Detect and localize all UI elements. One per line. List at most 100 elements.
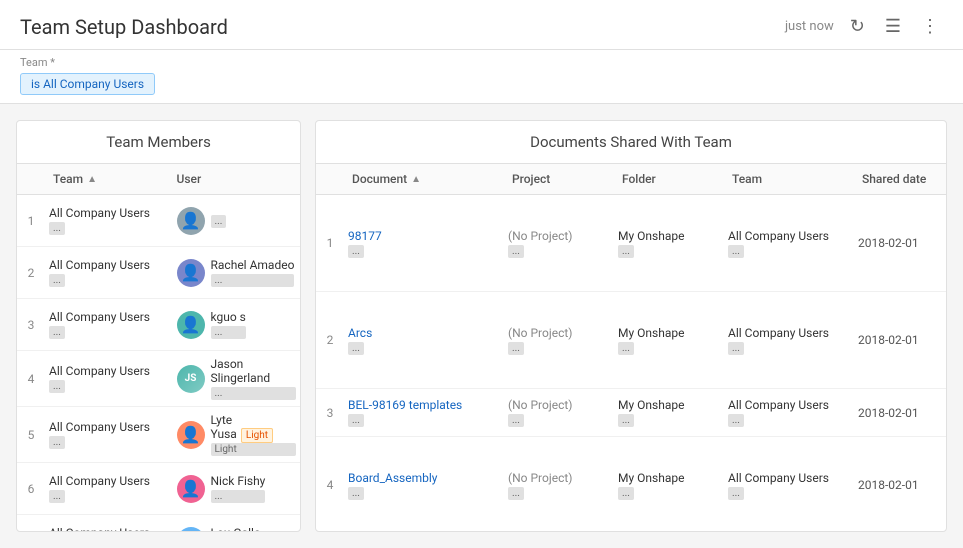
list-item[interactable]: 4 All Company Users ... JS Jason Slinger… [17,351,300,407]
doc-row-number: 2 [316,333,344,347]
document-name[interactable]: Board_Assembly [348,471,500,485]
document-name[interactable]: Arcs [348,326,500,340]
content-area: Team Members Team ▲ User 1 All Company U… [0,104,963,548]
row-number: 6 [17,482,45,496]
doc-date-cell: 2018-02-01 [854,331,944,349]
refresh-icon[interactable]: ↻ [846,12,869,41]
user-name-wrap: Rachel Amadeo ... [211,258,295,287]
member-team: All Company Users ... [45,204,173,237]
list-item[interactable]: 1 All Company Users ... 👤 ... [17,195,300,247]
user-name-wrap: kguo s ... [211,310,246,339]
doc-folder-cell: My Onshape ... [614,324,724,357]
user-name-wrap: Nick Fishy ... [211,474,266,503]
avatar-icon: 👤 [181,425,201,444]
doc-team-tag: ... [728,414,744,427]
folder-tag: ... [618,487,634,500]
avatar-icon: 👤 [181,211,201,230]
avatar-icon: 👤 [181,479,201,498]
list-item[interactable]: 6 All Company Users ... 👤 Nick Fishy ... [17,463,300,515]
doc-permissions-cell: Edit ( View-Copy-Export-Comment ) [944,199,946,287]
doc-name-cell: Arcs ... [344,324,504,357]
team-name: All Company Users [49,258,169,272]
doc-col-doc-header[interactable]: Document ▲ [348,172,508,186]
doc-team-name: All Company Users [728,229,850,243]
row-number: 1 [17,214,45,228]
members-scroll[interactable]: 1 All Company Users ... 👤 ... 2 All Comp… [17,195,300,531]
doc-permissions-cell: View [944,404,946,422]
doc-date-cell: 2018-02-01 [854,234,944,252]
doc-col-date-header: Shared date [858,172,947,186]
team-filter-chip[interactable]: is All Company Users [20,73,155,95]
page-title: Team Setup Dashboard [20,15,228,39]
user-tag: ... [211,215,227,228]
doc-col-proj-header: Project [508,172,618,186]
team-name: All Company Users [49,364,169,378]
doc-tag: ... [348,342,364,355]
avatar: 👤 [177,259,205,287]
member-team: All Company Users ... [45,256,173,289]
table-row[interactable]: 4 Board_Assembly ... (No Project) ... My… [316,437,946,531]
team-name: All Company Users [49,526,169,531]
doc-team-cell: All Company Users ... [724,396,854,429]
docs-scroll[interactable]: 1 98177 ... (No Project) ... My Onshape … [316,195,946,531]
more-icon[interactable]: ⋮ [917,12,943,41]
user-name-wrap: Lyte YusaLight Light [211,413,297,456]
header-actions: just now ↻ ☰ ⋮ [785,12,943,41]
doc-team-tag: ... [728,487,744,500]
team-filter-label: Team * [20,56,943,69]
user-name-wrap: Lou Gallo ... [211,526,261,531]
list-item[interactable]: 3 All Company Users ... 👤 kguo s ... [17,299,300,351]
doc-row-number: 3 [316,406,344,420]
team-members-title: Team Members [17,121,300,164]
document-name[interactable]: 98177 [348,229,500,243]
doc-col-folder-header: Folder [618,172,728,186]
user-name-wrap: Jason Slingerland ... [211,357,297,400]
table-row[interactable]: 3 BEL-98169 templates ... (No Project) .… [316,389,946,437]
team-tag: ... [49,490,65,503]
col-user-header[interactable]: User [173,172,297,186]
user-tag: ... [211,387,297,400]
table-row[interactable]: 1 98177 ... (No Project) ... My Onshape … [316,195,946,292]
avatar: 👤 [177,421,205,449]
doc-tag: ... [348,487,364,500]
list-item[interactable]: 5 All Company Users ... 👤 Lyte YusaLight… [17,407,300,463]
member-team: All Company Users ... [45,524,173,531]
doc-permissions-cell: Edit ( View-Copy-Export-Comment ) [944,296,946,384]
team-name: All Company Users [49,310,169,324]
member-team: All Company Users ... [45,308,173,341]
row-number: 4 [17,372,45,386]
proj-tag: ... [508,487,524,500]
avatar-icon: 👤 [181,315,201,334]
avatar: 👤 [177,527,205,532]
filter-icon[interactable]: ☰ [881,12,905,41]
doc-team-name: All Company Users [728,471,850,485]
team-sort-icon: ▲ [87,174,97,185]
team-name: All Company Users [49,420,169,434]
user-name: Lou Gallo [211,526,261,531]
user-tag: ... [211,490,266,503]
doc-project-cell: (No Project) ... [504,324,614,357]
member-user: 👤 Lyte YusaLight Light [173,411,301,458]
project-name: (No Project) [508,326,610,340]
doc-col-team-header: Team [728,172,858,186]
project-name: (No Project) [508,398,610,412]
list-item[interactable]: 7 All Company Users ... 👤 Lou Gallo ... [17,515,300,531]
table-row[interactable]: 2 Arcs ... (No Project) ... My Onshape .… [316,292,946,389]
col-team-header[interactable]: Team ▲ [49,172,173,186]
document-name[interactable]: BEL-98169 templates [348,398,500,412]
proj-tag: ... [508,245,524,258]
doc-team-name: All Company Users [728,326,850,340]
documents-panel: Documents Shared With Team Document ▲ Pr… [315,120,947,532]
avatar: 👤 [177,311,205,339]
user-badge: Light [241,428,273,443]
doc-project-cell: (No Project) ... [504,469,614,502]
doc-table-header: Document ▲ Project Folder Team Shared da… [316,164,946,195]
member-team: All Company Users ... [45,418,173,451]
row-number: 3 [17,318,45,332]
doc-date-cell: 2018-02-01 [854,476,944,494]
doc-team-cell: All Company Users ... [724,227,854,260]
proj-tag: ... [508,342,524,355]
project-name: (No Project) [508,229,610,243]
list-item[interactable]: 2 All Company Users ... 👤 Rachel Amadeo … [17,247,300,299]
user-tag: Light [211,443,297,456]
